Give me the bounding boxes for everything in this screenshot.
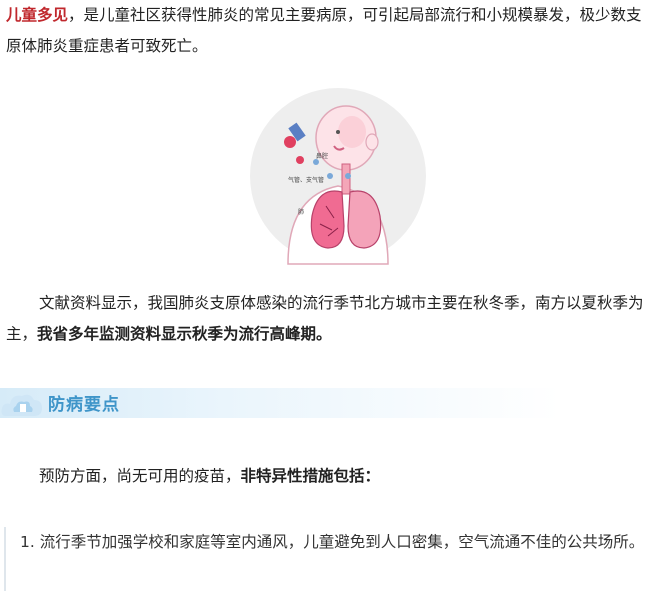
prevention-paragraph: 预防方面，尚无可用的疫苗，非特异性措施包括： — [6, 461, 656, 492]
section-header: 防病要点 — [0, 384, 661, 420]
intro-paragraph: 儿童多见，是儿童社区获得性肺炎的常见主要病原，可引起局部流行和小规模暴发，极少数… — [6, 0, 656, 62]
cloud-icon — [1, 394, 42, 416]
label-lung: 肺 — [298, 209, 304, 216]
intro-text: ，是儿童社区获得性肺炎的常见主要病原，可引起局部流行和小规模暴发，极少数支原体肺… — [6, 6, 642, 55]
label-trachea: 气管、支气管 — [288, 176, 324, 184]
intro-highlight: 儿童多见 — [6, 6, 69, 24]
surveillance-paragraph: 文献资料显示，我国肺炎支原体感染的流行季节北方城市主要在秋冬季，南方以夏秋季为主… — [6, 288, 656, 350]
section-title: 防病要点 — [48, 395, 120, 415]
respiratory-illustration: 鼻腔 气管、支气管 肺 — [250, 88, 426, 265]
label-nose: 鼻腔 — [316, 152, 328, 160]
measure-item: 1. 流行季节加强学校和家庭等室内通风，儿童避免到人口密集，空气流通不佳的公共场… — [4, 527, 661, 591]
prevention-text: 预防方面，尚无可用的疫苗， — [39, 467, 241, 485]
surveillance-bold: 我省多年监测资料显示秋季为流行高峰期。 — [37, 325, 332, 343]
prevention-bold: 非特异性措施包括： — [240, 467, 381, 485]
measure-text: 1. 流行季节加强学校和家庭等室内通风，儿童避免到人口密集，空气流通不佳的公共场… — [20, 533, 645, 551]
